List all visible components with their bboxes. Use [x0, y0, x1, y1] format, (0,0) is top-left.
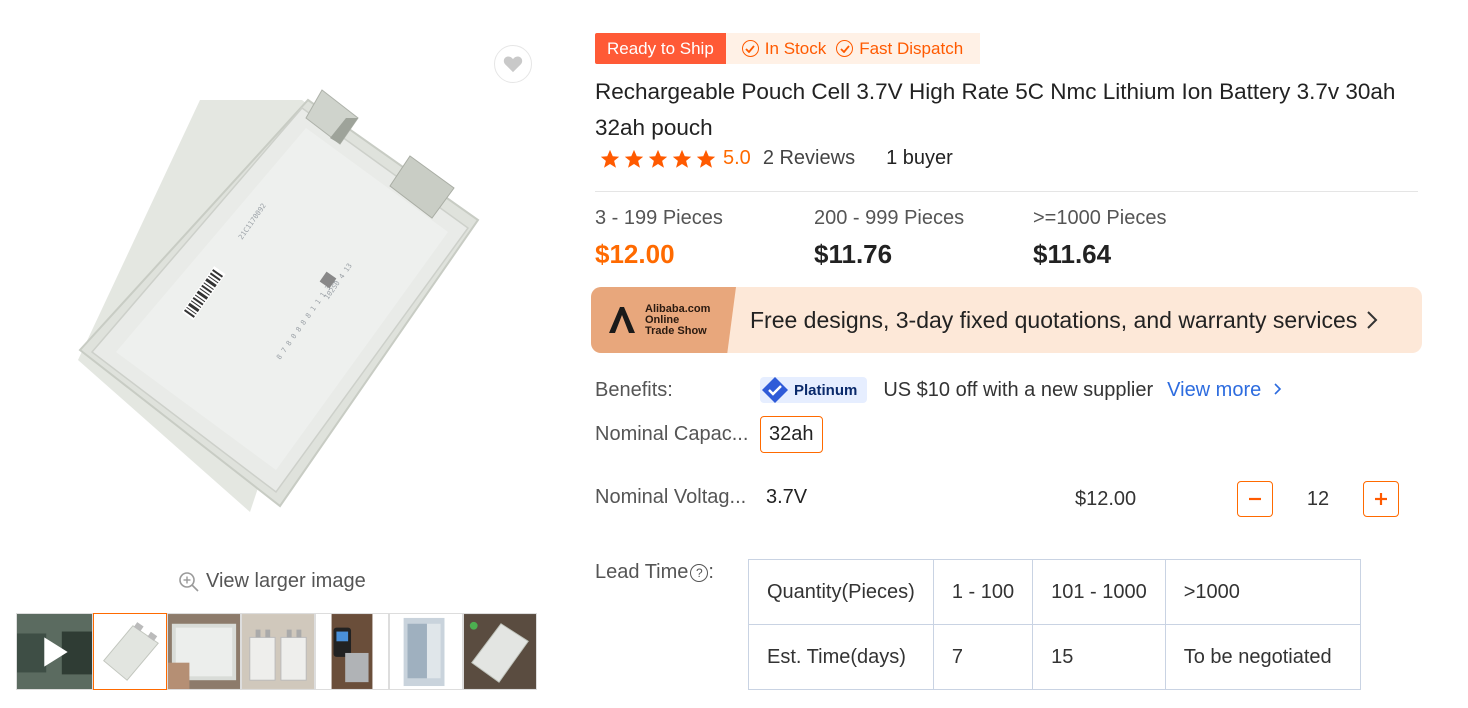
rating-row: 5.0 2 Reviews 1 buyer — [599, 147, 953, 170]
rating-stars — [599, 148, 717, 170]
table-row: Quantity(Pieces) 1 - 100 101 - 1000 >100… — [748, 559, 1361, 625]
view-larger-label: View larger image — [206, 570, 366, 592]
trade-show-text: Free designs, 3-day fixed quotations, an… — [750, 306, 1358, 333]
product-title: Rechargeable Pouch Cell 3.7V High Rate 5… — [595, 79, 1396, 140]
price-tier: >=1000 Pieces $11.64 — [1033, 207, 1252, 270]
tier-price: $12.00 — [595, 239, 675, 269]
favorite-button[interactable] — [494, 45, 532, 83]
quantity-input[interactable]: 12 — [1273, 488, 1363, 511]
voltage-value: 3.7V — [766, 486, 808, 508]
star-icon — [648, 149, 668, 168]
thumbnail-device[interactable] — [315, 613, 389, 690]
rating-score: 5.0 — [723, 147, 751, 169]
thumbnail-cell-dark[interactable] — [463, 613, 537, 690]
stock-badge: In Stock Fast Dispatch — [725, 33, 981, 64]
table-cell: 7 — [932, 624, 1034, 690]
increment-button[interactable] — [1363, 481, 1399, 517]
check-circle-icon — [741, 40, 759, 57]
benefits-label: Benefits: — [595, 378, 673, 401]
minus-icon — [1249, 497, 1261, 501]
plus-icon — [1375, 493, 1387, 505]
fast-dispatch-label: Fast Dispatch — [859, 38, 964, 58]
divider — [595, 191, 1418, 192]
capacity-label: Nominal Capac... — [595, 423, 749, 445]
logo-line: Trade Show — [645, 324, 707, 337]
star-icon — [696, 149, 716, 168]
decrement-button[interactable] — [1237, 481, 1273, 517]
check-circle-icon — [836, 40, 854, 57]
lead-time-label: Lead Time ? : — [595, 561, 714, 583]
tier-quantity: >=1000 Pieces — [1033, 207, 1167, 229]
voltage-label: Nominal Voltag... — [595, 486, 747, 508]
thumbnail-battery-cell[interactable] — [93, 613, 167, 690]
star-icon — [672, 149, 692, 168]
price-tiers: 3 - 199 Pieces $12.00 200 - 999 Pieces $… — [595, 207, 1252, 270]
thumbnail-two-cells[interactable] — [241, 613, 315, 690]
table-cell: 1 - 100 — [932, 559, 1034, 625]
in-stock-label: In Stock — [764, 38, 827, 58]
diamond-check-icon — [762, 377, 788, 403]
thumbnail-strip — [16, 613, 537, 690]
ready-to-ship-badge: Ready to Ship — [595, 33, 726, 64]
star-icon — [624, 149, 644, 168]
logo-line: Online — [645, 313, 680, 326]
lead-time-text: Lead Time — [595, 561, 689, 583]
chevron-right-icon — [1274, 382, 1281, 395]
table-cell: To be negotiated — [1164, 624, 1361, 690]
table-cell: Quantity(Pieces) — [748, 559, 934, 625]
price-tier: 200 - 999 Pieces $11.76 — [814, 207, 1033, 270]
price-tier: 3 - 199 Pieces $12.00 — [595, 207, 814, 270]
capacity-row: Nominal Capac... 32ah — [595, 416, 823, 453]
voltage-row: Nominal Voltag... 3.7V — [595, 486, 807, 509]
table-cell: 15 — [1032, 624, 1166, 690]
benefit-text: US $10 off with a new supplier — [883, 378, 1154, 401]
reviews-link[interactable]: 2 Reviews — [763, 147, 855, 170]
tier-price: $11.64 — [1033, 239, 1112, 269]
star-icon — [600, 149, 620, 168]
platinum-label: Platinum — [794, 381, 858, 399]
trade-show-logo: Alibaba.com Online Trade Show — [591, 287, 736, 353]
capacity-option-32ah[interactable]: 32ah — [760, 416, 823, 453]
view-more-label: View more — [1167, 378, 1262, 401]
table-row: Est. Time(days) 7 15 To be negotiated — [748, 624, 1361, 690]
quantity-stepper: 12 — [1237, 481, 1399, 517]
shipping-badges: Ready to Ship In Stock Fast Dispatch — [595, 33, 981, 64]
heart-icon — [503, 56, 523, 73]
table-cell: >1000 — [1164, 559, 1361, 625]
table-cell: 101 - 1000 — [1032, 559, 1166, 625]
main-product-image[interactable]: 21C1170092 8 7 8 0 8 8 8 1 1 1 3 2 102S0… — [40, 60, 520, 540]
platinum-badge: Platinum — [760, 377, 868, 403]
thumbnail-hand-cell[interactable] — [167, 613, 241, 690]
tier-quantity: 3 - 199 Pieces — [595, 207, 723, 229]
lead-time-table: Quantity(Pieces) 1 - 100 101 - 1000 >100… — [748, 559, 1361, 690]
view-larger-image[interactable]: View larger image — [178, 570, 366, 593]
view-more-link[interactable]: View more — [1167, 379, 1283, 402]
chevron-right-icon — [1367, 311, 1378, 329]
tier-quantity: 200 - 999 Pieces — [814, 207, 965, 229]
thumbnail-video[interactable] — [16, 613, 93, 690]
buyer-count: 1 buyer — [886, 147, 953, 169]
alibaba-a-icon — [609, 307, 635, 333]
zoom-in-icon — [179, 571, 199, 592]
thumbnail-box[interactable] — [389, 613, 463, 690]
table-cell: Est. Time(days) — [748, 624, 934, 690]
help-icon[interactable]: ? — [690, 563, 709, 582]
benefits-row: Benefits: Platinum US $10 off with a new… — [595, 374, 1283, 406]
trade-show-banner[interactable]: Alibaba.com Online Trade Show Free desig… — [591, 287, 1422, 353]
logo-line: Alibaba.com — [645, 302, 711, 315]
variant-price: $12.00 — [1075, 488, 1137, 510]
tier-price: $11.76 — [814, 239, 893, 269]
